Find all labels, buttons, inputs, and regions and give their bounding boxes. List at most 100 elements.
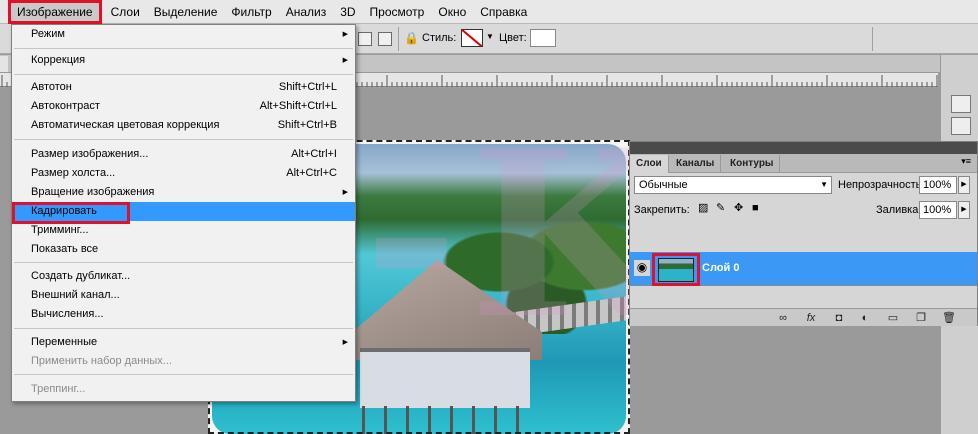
menu-item-adjustments[interactable]: Коррекция ▶ bbox=[12, 51, 355, 70]
menu-item-label: Переменные bbox=[31, 336, 98, 348]
menu-item-image-rotation[interactable]: Вращение изображения ▶ bbox=[12, 183, 355, 202]
tab-paths[interactable]: Контуры bbox=[724, 155, 781, 173]
fx-icon[interactable]: fx bbox=[804, 311, 818, 325]
selection-mode-icon[interactable] bbox=[358, 32, 372, 46]
tool-button[interactable] bbox=[951, 117, 971, 135]
shortcut-label: Shift+Ctrl+L bbox=[278, 81, 337, 93]
document-tab[interactable] bbox=[0, 56, 8, 72]
menu-view[interactable]: Просмотр bbox=[363, 2, 432, 22]
menu-item-auto-tone[interactable]: Автотон Shift+Ctrl+L bbox=[12, 78, 355, 97]
layer-thumbnail[interactable] bbox=[658, 258, 694, 282]
lock-all-icon[interactable]: ■ bbox=[752, 202, 764, 214]
menu-item-mode[interactable]: Режим ▶ bbox=[12, 25, 355, 44]
menu-item-label: Вычисления... bbox=[31, 308, 104, 320]
adjustment-icon[interactable]: ◐ bbox=[858, 311, 872, 325]
menu-help[interactable]: Справка bbox=[473, 2, 534, 22]
shortcut-label: Shift+Ctrl+B bbox=[277, 119, 337, 131]
menu-item-label: Вращение изображения bbox=[31, 186, 155, 198]
style-label: Стиль: bbox=[422, 32, 457, 44]
opacity-stepper[interactable]: ▶ bbox=[958, 176, 970, 194]
selection-mode-icon[interactable] bbox=[378, 32, 392, 46]
blend-mode-select[interactable]: Обычные ▼ bbox=[634, 176, 832, 194]
panel-menu-icon[interactable]: ▾≡ bbox=[961, 156, 971, 167]
menu-item-label: Создать дубликат... bbox=[31, 270, 131, 282]
menu-item-label: Автотон bbox=[31, 81, 72, 93]
separator bbox=[14, 262, 353, 263]
layers-panel: Слои Каналы Контуры ▾≡ Обычные ▼ Непрозр… bbox=[629, 141, 978, 326]
opacity-input[interactable]: 100% bbox=[919, 176, 957, 194]
menu-item-duplicate[interactable]: Создать дубликат... bbox=[12, 267, 355, 286]
panel-bottom-bar: ∞ fx ◘ ◐ ▭ ❐ 🗑 bbox=[630, 308, 977, 326]
lock-transparency-icon[interactable]: ▨ bbox=[698, 202, 710, 214]
menu-window[interactable]: Окно bbox=[431, 2, 473, 22]
style-swatch[interactable] bbox=[461, 29, 483, 47]
submenu-arrow-icon: ▶ bbox=[342, 57, 348, 64]
color-label: Цвет: bbox=[499, 32, 527, 44]
new-layer-icon[interactable]: ❐ bbox=[914, 311, 928, 325]
lock-position-icon[interactable]: ✥ bbox=[734, 202, 746, 214]
menu-item-crop[interactable]: Кадрировать bbox=[12, 202, 355, 221]
menu-item-auto-contrast[interactable]: Автоконтраст Alt+Shift+Ctrl+L bbox=[12, 97, 355, 116]
link-icon[interactable]: ∞ bbox=[776, 311, 790, 325]
chevron-down-icon: ▼ bbox=[820, 180, 828, 189]
menu-bar: Изображение Слои Выделение Фильтр Анализ… bbox=[0, 0, 978, 24]
menu-item-image-size[interactable]: Размер изображения... Alt+Ctrl+I bbox=[12, 145, 355, 164]
separator bbox=[14, 48, 353, 49]
color-swatch[interactable] bbox=[530, 29, 556, 47]
trash-icon[interactable]: 🗑 bbox=[942, 311, 956, 325]
image-menu-dropdown: Режим ▶ Коррекция ▶ Автотон Shift+Ctrl+L… bbox=[11, 24, 356, 402]
menu-item-auto-color[interactable]: Автоматическая цветовая коррекция Shift+… bbox=[12, 116, 355, 135]
eye-icon[interactable]: ◉ bbox=[634, 260, 650, 276]
separator bbox=[14, 374, 353, 375]
lock-pixels-icon[interactable]: ✎ bbox=[716, 202, 728, 214]
menu-item-label: Размер холста... bbox=[31, 167, 116, 179]
menu-item-apply-data-set: Применить набор данных... bbox=[12, 352, 355, 371]
shortcut-label: Alt+Ctrl+I bbox=[291, 148, 337, 160]
separator bbox=[14, 139, 353, 140]
shortcut-label: Alt+Shift+Ctrl+L bbox=[259, 100, 337, 112]
fill-label: Заливка: bbox=[876, 204, 922, 216]
shortcut-label: Alt+Ctrl+C bbox=[286, 167, 337, 179]
opacity-label: Непрозрачность: bbox=[838, 179, 925, 191]
menu-analysis[interactable]: Анализ bbox=[279, 2, 334, 22]
menu-item-label: Автоконтраст bbox=[31, 100, 100, 112]
menu-item-label: Режим bbox=[31, 28, 65, 40]
submenu-arrow-icon: ▶ bbox=[342, 189, 348, 196]
separator bbox=[14, 328, 353, 329]
layer-name[interactable]: Слой 0 bbox=[702, 262, 739, 274]
fill-stepper[interactable]: ▶ bbox=[958, 201, 970, 219]
lock-label: Закрепить: bbox=[634, 204, 690, 216]
hut-body bbox=[360, 348, 530, 408]
menu-item-label: Размер изображения... bbox=[31, 148, 149, 160]
blend-mode-value: Обычные bbox=[639, 179, 688, 191]
separator bbox=[14, 74, 353, 75]
lock-icon: 🔒 bbox=[404, 31, 419, 45]
menu-item-label: Треппинг... bbox=[31, 383, 86, 395]
panel-title-bar[interactable] bbox=[630, 142, 977, 154]
menu-item-trap: Треппинг... bbox=[12, 380, 355, 399]
menu-select[interactable]: Выделение bbox=[147, 2, 225, 22]
submenu-arrow-icon: ▶ bbox=[342, 31, 348, 38]
menu-item-calculations[interactable]: Вычисления... bbox=[12, 305, 355, 324]
menu-layers[interactable]: Слои bbox=[104, 2, 147, 22]
group-icon[interactable]: ▭ bbox=[886, 311, 900, 325]
menu-item-variables[interactable]: Переменные ▶ bbox=[12, 333, 355, 352]
tab-layers[interactable]: Слои bbox=[630, 155, 669, 173]
menu-image[interactable]: Изображение bbox=[8, 0, 102, 24]
menu-filter[interactable]: Фильтр bbox=[224, 2, 278, 22]
tab-channels[interactable]: Каналы bbox=[670, 155, 722, 173]
fill-input[interactable]: 100% bbox=[919, 201, 957, 219]
menu-item-label: Показать все bbox=[31, 243, 99, 255]
menu-item-reveal-all[interactable]: Показать все bbox=[12, 240, 355, 259]
menu-item-apply-image[interactable]: Внешний канал... bbox=[12, 286, 355, 305]
menu-item-label: Применить набор данных... bbox=[31, 355, 172, 367]
menu-item-trim[interactable]: Тримминг... bbox=[12, 221, 355, 240]
submenu-arrow-icon: ▶ bbox=[342, 339, 348, 346]
menu-item-canvas-size[interactable]: Размер холста... Alt+Ctrl+C bbox=[12, 164, 355, 183]
chevron-down-icon[interactable]: ▼ bbox=[486, 32, 494, 41]
menu-3d[interactable]: 3D bbox=[333, 2, 362, 22]
tool-button[interactable] bbox=[951, 95, 971, 113]
mask-icon[interactable]: ◘ bbox=[832, 311, 846, 325]
menu-item-label: Тримминг... bbox=[31, 224, 89, 236]
menu-item-label: Кадрировать bbox=[31, 205, 97, 217]
